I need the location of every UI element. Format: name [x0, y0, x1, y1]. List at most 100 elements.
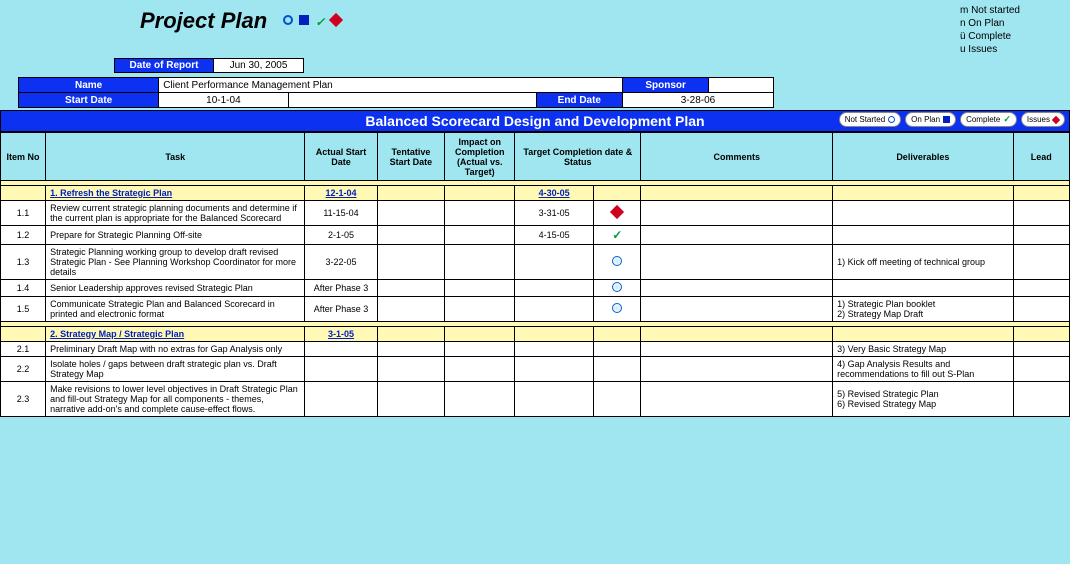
deliverables-cell: 4) Gap Analysis Results and recommendati…	[833, 357, 1013, 382]
item-no: 1.1	[1, 201, 46, 226]
sponsor-value	[709, 78, 774, 93]
impact-cell	[445, 201, 515, 226]
legend-issues-button[interactable]: Issues	[1021, 112, 1065, 127]
status-cell	[594, 201, 641, 226]
actual-start-cell	[305, 342, 377, 357]
legend-complete-button[interactable]: Complete ✓	[960, 112, 1017, 127]
lead-cell	[1013, 201, 1069, 226]
start-date-value: 10-1-04	[159, 93, 288, 108]
status-cell: ✓	[594, 226, 641, 245]
status-cell	[594, 357, 641, 382]
table-row: 1.2Prepare for Strategic Planning Off-si…	[1, 226, 1070, 245]
impact-cell	[445, 357, 515, 382]
lead-cell	[1013, 226, 1069, 245]
col-tstart-header: Tentative Start Date	[377, 133, 445, 181]
actual-start-cell	[305, 382, 377, 417]
target-date-cell	[515, 297, 594, 322]
end-date-value: 3-28-06	[622, 93, 773, 108]
legend-on-plan-button[interactable]: On Plan	[905, 112, 956, 127]
status-cell	[594, 342, 641, 357]
deliverables-cell: 3) Very Basic Strategy Map	[833, 342, 1013, 357]
section-heading: 2. Strategy Map / Strategic Plan	[46, 327, 305, 342]
deliverables-cell	[833, 201, 1013, 226]
status-cell	[594, 280, 641, 297]
legend-text: m Not started n On Plan ü Complete u Iss…	[960, 4, 1020, 56]
col-item-header: Item No	[1, 133, 46, 181]
not-started-icon	[612, 256, 622, 266]
lead-cell	[1013, 357, 1069, 382]
status-cell	[594, 245, 641, 280]
target-date-cell	[515, 245, 594, 280]
status-cell	[594, 382, 641, 417]
page-title: Project Plan ✓	[140, 8, 341, 34]
actual-start-cell: 11-15-04	[305, 201, 377, 226]
task-cell: Senior Leadership approves revised Strat…	[46, 280, 305, 297]
actual-start-cell: 2-1-05	[305, 226, 377, 245]
not-started-icon	[612, 303, 622, 313]
item-no: 2.1	[1, 342, 46, 357]
table-row: 1.5Communicate Strategic Plan and Balanc…	[1, 297, 1070, 322]
lead-cell	[1013, 382, 1069, 417]
actual-start-cell: After Phase 3	[305, 280, 377, 297]
task-cell: Prepare for Strategic Planning Off-site	[46, 226, 305, 245]
title-icons: ✓	[283, 15, 341, 29]
section-heading: 1. Refresh the Strategic Plan	[46, 186, 305, 201]
not-started-icon	[612, 282, 622, 292]
task-cell: Make revisions to lower level objectives…	[46, 382, 305, 417]
col-lead-header: Lead	[1013, 133, 1069, 181]
column-header-row: Item No Task Actual Start Date Tentative…	[1, 133, 1070, 181]
tentative-start-cell	[377, 280, 445, 297]
date-of-report-value: Jun 30, 2005	[214, 58, 304, 73]
comments-cell	[641, 280, 833, 297]
tentative-start-cell	[377, 245, 445, 280]
table-row: 2.2Isolate holes / gaps between draft st…	[1, 357, 1070, 382]
impact-cell	[445, 342, 515, 357]
issues-icon	[610, 205, 624, 219]
legend-not-started-button[interactable]: Not Started	[839, 112, 901, 127]
deliverables-cell: 1) Kick off meeting of technical group	[833, 245, 1013, 280]
deliverables-cell: 5) Revised Strategic Plan 6) Revised Str…	[833, 382, 1013, 417]
status-cell	[594, 297, 641, 322]
section-astart: 3-1-05	[305, 327, 377, 342]
date-of-report-label: Date of Report	[114, 58, 214, 73]
main-grid: Item No Task Actual Start Date Tentative…	[0, 132, 1070, 417]
deliverables-cell: 1) Strategic Plan booklet 2) Strategy Ma…	[833, 297, 1013, 322]
actual-start-cell: 3-22-05	[305, 245, 377, 280]
section-target	[515, 327, 594, 342]
tentative-start-cell	[377, 342, 445, 357]
item-no: 1.2	[1, 226, 46, 245]
section-target: 4-30-05	[515, 186, 594, 201]
target-date-cell	[515, 382, 594, 417]
section-title: Balanced Scorecard Design and Developmen…	[0, 110, 1070, 132]
sponsor-label: Sponsor	[622, 78, 708, 93]
start-date-label: Start Date	[19, 93, 159, 108]
table-row: 1.3Strategic Planning working group to d…	[1, 245, 1070, 280]
not-started-icon	[283, 15, 293, 25]
comments-cell	[641, 297, 833, 322]
impact-cell	[445, 245, 515, 280]
col-comments-header: Comments	[641, 133, 833, 181]
target-date-cell: 3-31-05	[515, 201, 594, 226]
comments-cell	[641, 245, 833, 280]
on-plan-icon	[299, 15, 309, 25]
actual-start-cell: After Phase 3	[305, 297, 377, 322]
lead-cell	[1013, 245, 1069, 280]
lead-cell	[1013, 280, 1069, 297]
target-date-cell	[515, 357, 594, 382]
task-cell: Isolate holes / gaps between draft strat…	[46, 357, 305, 382]
impact-cell	[445, 280, 515, 297]
table-row: 1.4Senior Leadership approves revised St…	[1, 280, 1070, 297]
tentative-start-cell	[377, 226, 445, 245]
comments-cell	[641, 226, 833, 245]
col-astart-header: Actual Start Date	[305, 133, 377, 181]
table-row: 2.1Preliminary Draft Map with no extras …	[1, 342, 1070, 357]
item-no: 1.5	[1, 297, 46, 322]
tentative-start-cell	[377, 201, 445, 226]
table-row: 1.1Review current strategic planning doc…	[1, 201, 1070, 226]
end-date-label: End Date	[536, 93, 622, 108]
info-table: Name Client Performance Management Plan …	[18, 77, 774, 108]
item-no: 1.4	[1, 280, 46, 297]
deliverables-cell	[833, 280, 1013, 297]
col-deliver-header: Deliverables	[833, 133, 1013, 181]
actual-start-cell	[305, 357, 377, 382]
